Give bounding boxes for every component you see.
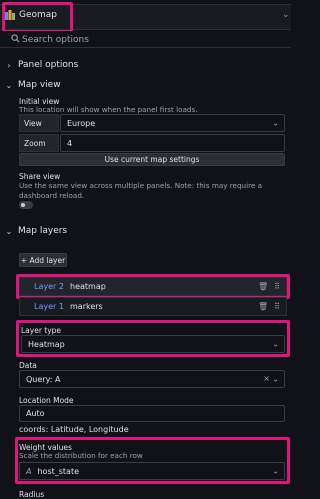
trash-icon[interactable]: 🗑 [258,282,268,291]
share-view-label: Share view [19,172,61,181]
location-mode-value: Auto [26,409,45,418]
section-panel-options[interactable]: › Panel options [0,55,291,75]
use-current-map-settings-button[interactable]: Use current map settings [19,153,285,166]
layer-type-select[interactable]: Heatmap ⌄ [21,335,285,353]
search-icon [11,34,20,43]
clear-icon[interactable]: × [263,374,270,383]
layer-row[interactable]: Layer 1 markers 🗑 ⠿ [19,297,287,316]
section-map-view[interactable]: ⌄ Map view [0,75,291,95]
trash-icon[interactable]: 🗑 [258,302,268,311]
layer-name: Layer 1 [34,302,64,311]
layer-type-select-value: Heatmap [28,339,65,349]
chevron-down-icon: ⌄ [5,226,13,236]
section-map-layers[interactable]: ⌄ Map layers [0,221,291,241]
layer-type-label: Layer type [21,326,62,335]
chevron-down-icon: ⌄ [272,339,279,349]
zoom-field-label: Zoom [19,134,59,152]
visualization-picker-label: Geomap [19,10,58,20]
weight-values-description: Scale the distribution for each row [19,451,143,460]
zoom-input-value: 4 [67,138,73,148]
radius-label: Radius [19,490,45,499]
share-view-description: Use the same view across multiple panels… [19,181,263,200]
share-view-toggle[interactable] [19,201,33,209]
chevron-down-icon: ⌄ [272,466,279,476]
chevron-down-icon: ⌄ [272,374,279,384]
field-icon: A [26,466,32,476]
layer-row[interactable]: Layer 2 heatmap 🗑 ⠿ [19,277,287,296]
geomap-icon [5,10,15,20]
weight-values-select[interactable]: A host_state ⌄ [19,462,285,480]
search-input[interactable] [22,32,222,47]
visualization-picker-button[interactable]: Geomap [5,6,57,24]
data-select[interactable]: Query: A × ⌄ [19,370,285,388]
location-mode-label: Location Mode [19,396,74,405]
layer-name: Layer 2 [34,282,64,291]
section-title: Map view [18,80,61,90]
chevron-down-icon: ⌄ [5,80,13,90]
location-mode-select[interactable]: Auto [19,405,285,422]
layer-type-value: markers [70,302,103,311]
coords-text: coords: Latitude, Longitude [19,425,129,434]
section-title: Map layers [18,226,68,236]
section-title: Panel options [18,60,79,70]
view-select[interactable]: Europe ⌄ [60,114,285,132]
chevron-down-icon: ⌄ [272,118,279,128]
weight-values-value: host_state [37,466,80,476]
data-label: Data [19,361,37,370]
zoom-input[interactable]: 4 [60,134,285,152]
drag-handle-icon[interactable]: ⠿ [274,282,280,291]
data-select-value: Query: A [26,374,61,384]
drag-handle-icon[interactable]: ⠿ [274,302,280,311]
layer-type-value: heatmap [70,282,106,291]
chevron-right-icon: › [7,60,11,70]
chevron-down-icon[interactable]: ⌄ [282,10,290,20]
view-select-value: Europe [67,118,96,128]
view-field-label: View [19,114,59,132]
add-layer-button[interactable]: + Add layer [19,253,67,267]
